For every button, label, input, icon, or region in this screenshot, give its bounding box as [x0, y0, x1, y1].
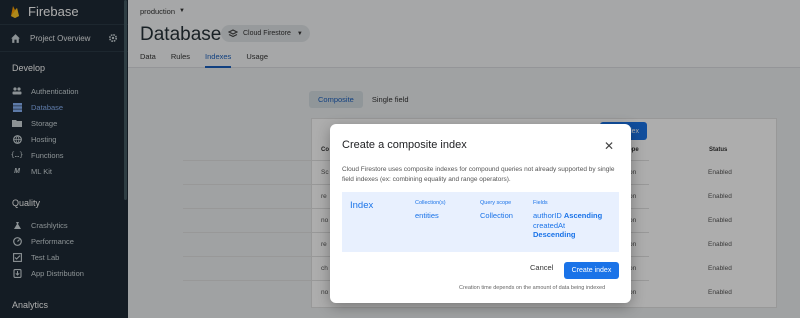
field-entry: createdAt Descending	[533, 221, 602, 240]
scope-value: Collection	[480, 211, 513, 220]
field-direction: Descending	[533, 230, 576, 239]
index-label: Index	[350, 200, 374, 211]
field-name: createdAt	[533, 220, 566, 230]
collection-column: Collection(s) entities	[415, 200, 446, 221]
collection-label: Collection(s)	[415, 200, 446, 206]
close-icon[interactable]: ✕	[604, 139, 614, 153]
cancel-button[interactable]: Cancel	[530, 263, 553, 272]
field-entry: authorID Ascending	[533, 211, 602, 221]
index-summary: Index Collection(s) entities Query scope…	[342, 192, 619, 252]
dialog-footnote: Creation time depends on the amount of d…	[459, 285, 606, 291]
dialog-title: Create a composite index	[342, 139, 467, 151]
collection-value: entities	[415, 211, 439, 220]
fields-list: authorID Ascending createdAt Descending	[533, 211, 602, 240]
field-name: authorID	[533, 211, 562, 220]
scope-column: Query scope Collection	[480, 200, 513, 221]
fields-label: Fields	[533, 200, 548, 206]
create-index-button[interactable]: Create index	[564, 262, 619, 279]
create-index-dialog: Create a composite index ✕ Cloud Firesto…	[330, 124, 631, 303]
dialog-description: Cloud Firestore uses composite indexes f…	[342, 166, 615, 183]
scope-label: Query scope	[480, 200, 512, 206]
field-direction: Ascending	[563, 211, 603, 220]
fields-column: Fields authorID Ascending createdAt Desce…	[533, 200, 602, 240]
